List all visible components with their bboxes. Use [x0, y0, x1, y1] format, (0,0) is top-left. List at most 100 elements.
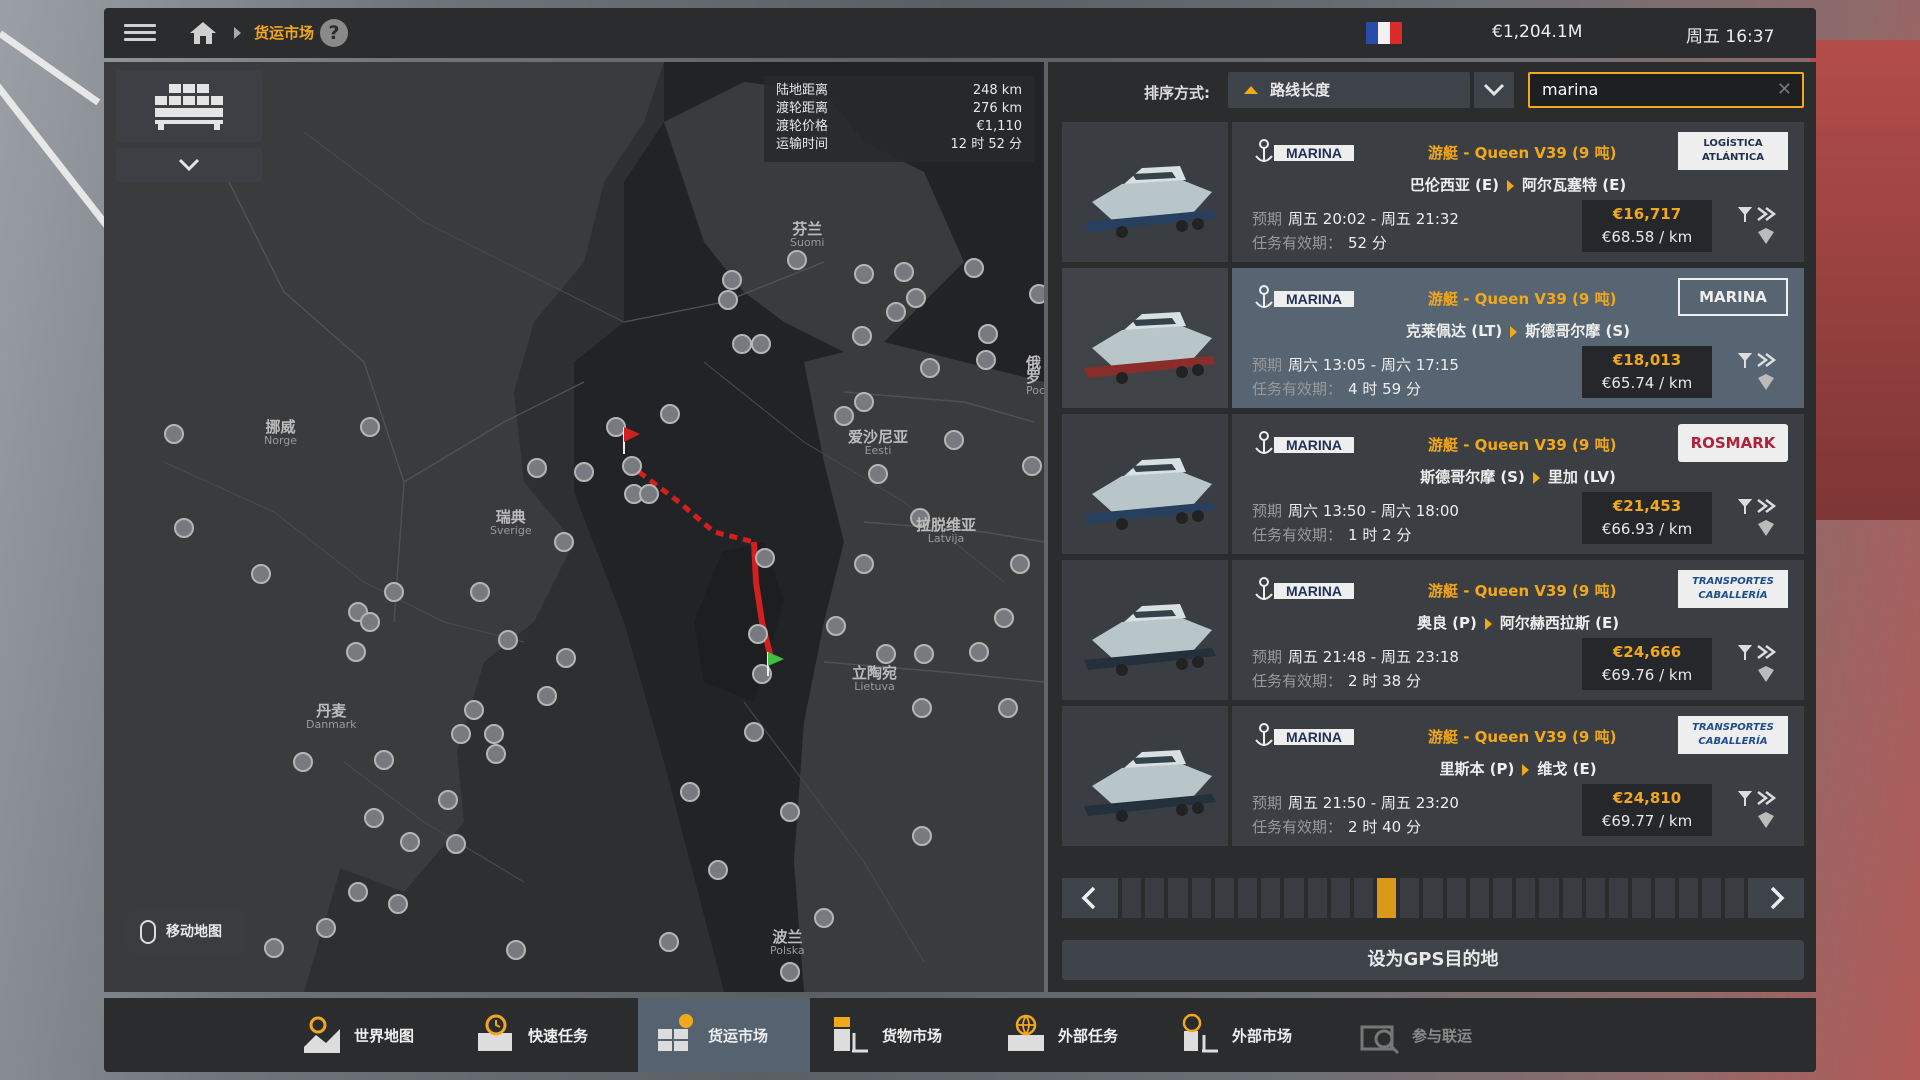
job-row[interactable]: MARINA 游艇 - Queen V39 (9 吨) TRANSPORTES …: [1062, 706, 1804, 846]
job-attribute-icons: [1737, 645, 1777, 682]
job-card: MARINA 游艇 - Queen V39 (9 吨) LOGÍSTICA AT…: [1232, 122, 1804, 262]
job-card: MARINA 游艇 - Queen V39 (9 吨) TRANSPORTES …: [1232, 560, 1804, 700]
trailer-thumbnail: [1062, 414, 1228, 554]
tab-external-market[interactable]: 外部市场: [1162, 998, 1334, 1072]
page-indicator[interactable]: [1701, 878, 1721, 918]
tab-world-map[interactable]: 世界地图: [284, 998, 456, 1072]
pagination: [1062, 878, 1805, 918]
job-rate: €66.93 / km: [1601, 520, 1693, 538]
marina-logo-icon: MARINA: [1255, 577, 1354, 600]
job-price-box: €18,013 €65.74 / km: [1582, 346, 1712, 398]
country-label-denmark: 丹麦 Danmark: [306, 702, 357, 732]
job-price: €18,013: [1612, 351, 1682, 369]
job-route: 巴伦西亚 (E) 阿尔瓦塞特 (E): [1232, 174, 1804, 195]
info-row-land-distance: 陆地距离 248 km: [776, 83, 1022, 98]
convoy-icon: [1360, 1025, 1400, 1055]
page-indicator[interactable]: [1400, 878, 1420, 918]
sort-label: 排序方式:: [1144, 84, 1210, 102]
route-to: 阿尔瓦塞特 (E): [1522, 176, 1627, 194]
page-indicator[interactable]: [1632, 878, 1652, 918]
job-price: €16,717: [1612, 205, 1682, 223]
clear-search-icon[interactable]: ✕: [1777, 74, 1792, 106]
mouse-icon: [140, 920, 156, 944]
page-indicator[interactable]: [1608, 878, 1629, 918]
job-eta: 预期 周五 21:48 - 周五 23:18: [1252, 648, 1459, 666]
breadcrumb[interactable]: 货运市场: [254, 22, 314, 43]
tab-cargo-market[interactable]: 货物市场: [812, 998, 984, 1072]
cargo-name: 游艇 - Queen V39 (9 吨): [1428, 582, 1617, 600]
page-indicator[interactable]: [1145, 878, 1165, 918]
job-row[interactable]: MARINA 游艇 - Queen V39 (9 吨) ROSMARK 斯德哥尔…: [1062, 414, 1804, 554]
job-price: €24,666: [1612, 643, 1682, 661]
set-gps-destination-button[interactable]: 设为GPS目的地: [1062, 940, 1804, 980]
page-indicator[interactable]: [1377, 878, 1397, 918]
menu-icon[interactable]: [124, 20, 156, 46]
cargo-grid-icon: [155, 84, 223, 130]
trailer-thumbnail: [1062, 268, 1228, 408]
page-indicator[interactable]: [1423, 878, 1443, 918]
page-indicator[interactable]: [1330, 878, 1350, 918]
marina-logo-icon: MARINA: [1255, 139, 1354, 162]
route-to: 斯德哥尔摩 (S): [1525, 322, 1630, 340]
client-logo: TRANSPORTES CABALLERÍA: [1678, 716, 1788, 754]
route-map[interactable]: 芬兰 Suomi 挪威 Norge 瑞典 Sverige 爱沙尼亚 Eesti 拉脱维亚…: [104, 62, 1044, 992]
chevron-down-icon: [178, 158, 200, 172]
page-indicator[interactable]: [1261, 878, 1281, 918]
move-map-button[interactable]: 移动地图: [126, 910, 246, 954]
job-row[interactable]: MARINA 游艇 - Queen V39 (9 吨) LOGÍSTICA AT…: [1062, 122, 1804, 262]
search-input[interactable]: marina ✕: [1528, 72, 1804, 108]
job-route: 斯德哥尔摩 (S) 里加 (LV): [1232, 466, 1804, 487]
job-eta: 预期 周五 20:02 - 周五 21:32: [1252, 210, 1459, 228]
tab-convoy[interactable]: 参与联运: [1342, 998, 1514, 1072]
page-indicator[interactable]: [1493, 878, 1513, 918]
help-button[interactable]: ?: [320, 19, 348, 47]
tab-quick-job[interactable]: 快速任务: [458, 998, 630, 1072]
sort-dropdown-button[interactable]: [1474, 72, 1514, 108]
map-canvas[interactable]: [104, 62, 1044, 992]
france-flag-icon: [1366, 22, 1402, 44]
tab-freight-market[interactable]: 货运市场: [638, 998, 810, 1072]
next-page-button[interactable]: [1748, 878, 1805, 918]
page-indicator[interactable]: [1284, 878, 1304, 918]
route-to: 里加 (LV): [1547, 468, 1616, 486]
freight-market-window: 货运市场 ? €1,204.1M 周五 16:37 芬兰 Suomi 挪威 Norg…: [104, 8, 1816, 1072]
page-indicator[interactable]: [1168, 878, 1188, 918]
background-truck: [1810, 40, 1920, 520]
previous-page-button[interactable]: [1062, 878, 1118, 918]
country-label-latvia: 拉脱维亚 Latvija: [916, 516, 977, 546]
route-arrow-icon: [1484, 617, 1492, 630]
page-indicator[interactable]: [1562, 878, 1582, 918]
page-indicator[interactable]: [1237, 878, 1258, 918]
route-from: 斯德哥尔摩 (S): [1420, 468, 1525, 486]
page-indicator[interactable]: [1446, 878, 1466, 918]
page-indicator[interactable]: [1469, 878, 1489, 918]
page-indicator[interactable]: [1678, 878, 1698, 918]
job-rate: €69.77 / km: [1601, 812, 1693, 830]
page-indicator[interactable]: [1655, 878, 1675, 918]
freight-market-icon: [658, 1014, 693, 1051]
home-icon[interactable]: [188, 20, 218, 46]
job-route: 奥良 (P) 阿尔赫西拉斯 (E): [1232, 612, 1804, 633]
job-eta: 预期 周六 13:50 - 周六 18:00: [1252, 502, 1459, 520]
job-route: 克莱佩达 (LT) 斯德哥尔摩 (S): [1232, 320, 1804, 341]
map-dropdown-button[interactable]: [116, 148, 262, 182]
page-indicator[interactable]: [1307, 878, 1327, 918]
page-indicator[interactable]: [1122, 878, 1142, 918]
job-row[interactable]: MARINA 游艇 - Queen V39 (9 吨) TRANSPORTES …: [1062, 560, 1804, 700]
sort-select[interactable]: 路线长度: [1228, 72, 1470, 108]
job-row[interactable]: MARINA 游艇 - Queen V39 (9 吨) MARINA 克莱佩达 …: [1062, 268, 1804, 408]
page-indicator[interactable]: [1214, 878, 1234, 918]
page-indicator[interactable]: [1191, 878, 1211, 918]
page-indicator[interactable]: [1539, 878, 1559, 918]
route-arrow-icon: [1522, 763, 1530, 776]
tab-label: 外部市场: [1232, 1026, 1293, 1045]
route-from: 巴伦西亚 (E): [1409, 176, 1499, 194]
map-view-button[interactable]: [116, 70, 262, 142]
info-row-ferry-price: 渡轮价格 €1,110: [776, 119, 1022, 134]
tab-external-jobs[interactable]: 外部任务: [988, 998, 1160, 1072]
page-indicator[interactable]: [1585, 878, 1605, 918]
page-indicator[interactable]: [1353, 878, 1374, 918]
page-indicator[interactable]: [1516, 878, 1536, 918]
page-indicator[interactable]: [1724, 878, 1745, 918]
move-map-label: 移动地图: [166, 924, 222, 940]
